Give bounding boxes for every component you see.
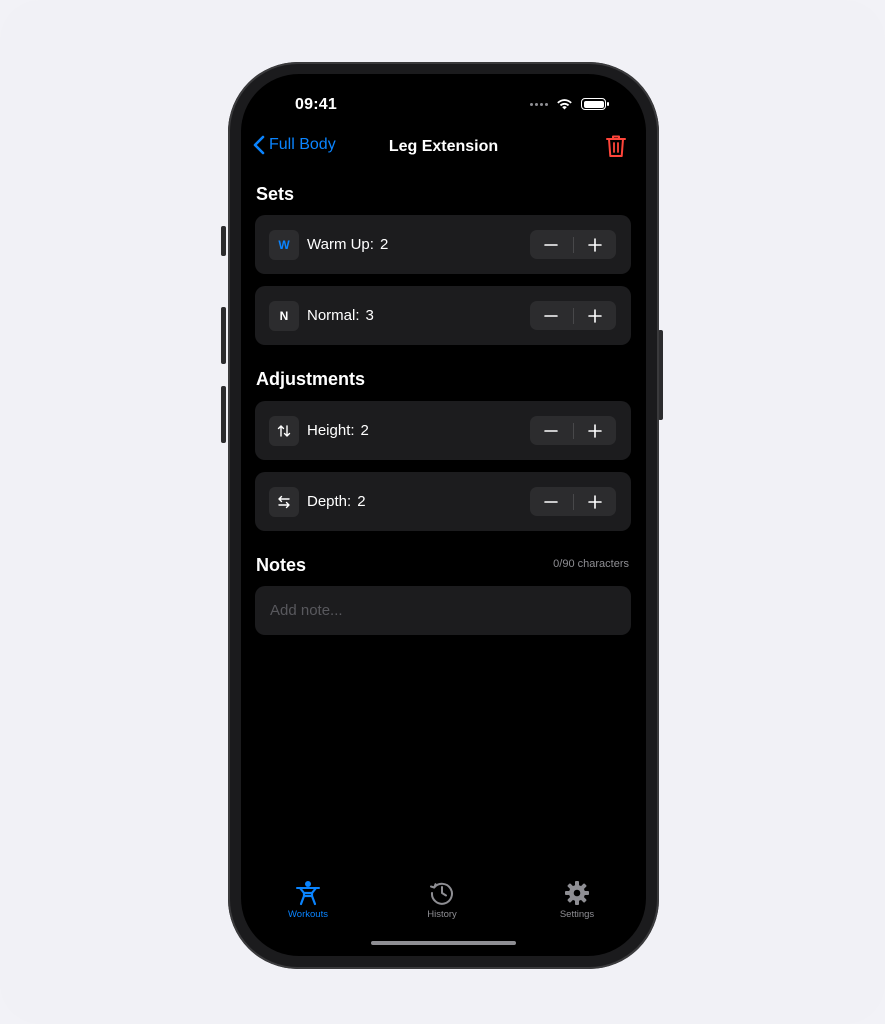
volume-down-button (221, 386, 226, 443)
status-time: 09:41 (295, 96, 337, 113)
depth-adjustment-row: Depth: 2 (255, 472, 631, 531)
normal-label: Normal: (307, 307, 360, 324)
minus-icon (544, 429, 559, 432)
tab-workouts[interactable]: Workouts (258, 880, 358, 920)
gear-icon (565, 881, 589, 905)
wifi-icon (557, 99, 572, 110)
height-adjustment-row: Height: 2 (255, 401, 631, 460)
trash-icon (606, 135, 626, 157)
arrows-left-right-icon (269, 487, 299, 517)
normal-increment-button[interactable] (573, 301, 616, 330)
plus-icon (587, 308, 602, 323)
depth-stepper (530, 487, 616, 516)
page-title: Leg Extension (388, 138, 499, 155)
normal-label-group: Normal: 3 (307, 307, 374, 324)
volume-up-button (221, 307, 226, 364)
cellular-signal-icon (530, 102, 548, 106)
normal-badge: N (269, 301, 299, 331)
normal-stepper (530, 301, 616, 330)
delete-button[interactable] (606, 134, 626, 163)
plus-icon (587, 237, 602, 252)
height-decrement-button[interactable] (530, 416, 573, 445)
tab-history[interactable]: History (392, 880, 492, 920)
notes-character-count: 0/90 characters (553, 558, 629, 570)
height-label-group: Height: 2 (307, 422, 369, 439)
depth-label: Depth: (307, 493, 352, 510)
warm-up-badge: W (269, 230, 299, 260)
warm-up-stepper (530, 230, 616, 259)
normal-decrement-button[interactable] (530, 301, 573, 330)
depth-increment-button[interactable] (573, 487, 616, 516)
tab-settings-label: Settings (559, 909, 595, 920)
minus-icon (544, 500, 559, 503)
workout-figure-icon (296, 881, 320, 906)
normal-set-row: N Normal: 3 (255, 286, 631, 345)
height-stepper (530, 416, 616, 445)
height-increment-button[interactable] (573, 416, 616, 445)
minus-icon (544, 314, 559, 317)
height-label: Height: (307, 422, 355, 439)
depth-decrement-button[interactable] (530, 487, 573, 516)
tab-history-label: History (427, 909, 457, 920)
plus-icon (587, 494, 602, 509)
depth-label-group: Depth: 2 (307, 493, 366, 510)
adjustments-section-title: Adjustments (256, 369, 366, 389)
home-indicator (371, 941, 516, 945)
height-value: 2 (360, 422, 369, 439)
battery-icon (581, 98, 609, 110)
tab-settings[interactable]: Settings (527, 880, 627, 920)
warm-up-value: 2 (379, 236, 389, 253)
sets-section-title: Sets (256, 184, 295, 204)
arrows-up-down-icon (269, 416, 299, 446)
plus-icon (587, 423, 602, 438)
phone-screen: 09:41 Full Body Leg Extension Sets W War… (241, 74, 646, 956)
tab-workouts-label: Workouts (288, 909, 328, 920)
warm-up-label-group: Warm Up: 2 (307, 236, 388, 253)
warm-up-increment-button[interactable] (573, 230, 616, 259)
depth-value: 2 (357, 493, 366, 510)
history-clock-icon (430, 882, 453, 905)
warm-up-decrement-button[interactable] (530, 230, 573, 259)
warm-up-set-row: W Warm Up: 2 (255, 215, 631, 274)
notes-input[interactable] (255, 586, 631, 635)
tab-bar: Workouts History Settings (241, 880, 646, 940)
status-icons (530, 98, 609, 110)
action-button (221, 226, 226, 256)
normal-value: 3 (365, 307, 374, 324)
minus-icon (544, 243, 559, 246)
notes-section-title: Notes (256, 555, 307, 575)
warm-up-label: Warm Up: (307, 236, 374, 253)
